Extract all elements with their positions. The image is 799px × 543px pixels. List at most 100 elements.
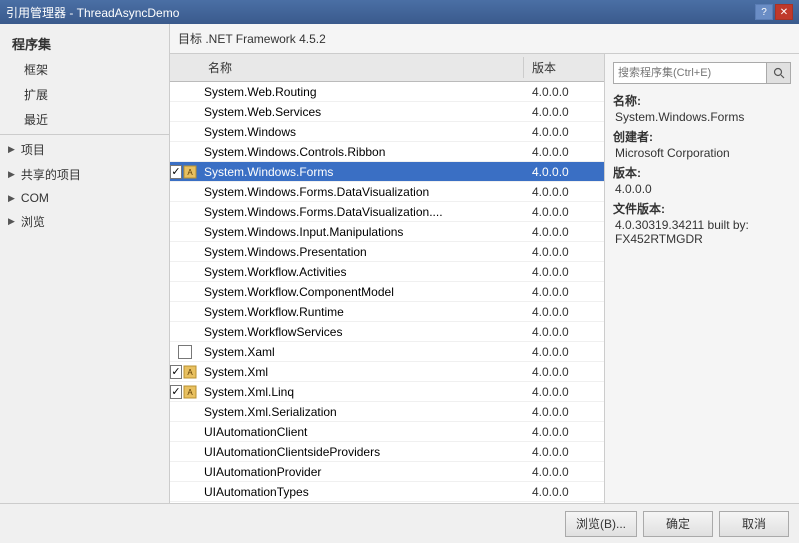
assembly-version: 4.0.0.0 xyxy=(524,364,604,380)
assembly-icon: A xyxy=(182,384,198,400)
arrow-icon: ▶ xyxy=(8,169,15,180)
bottom-bar: 浏览(B)... 确定 取消 xyxy=(0,503,799,543)
assembly-version: 4.0.0.0 xyxy=(524,384,604,400)
sidebar-item-shared[interactable]: ▶ 共享的项目 xyxy=(0,162,169,187)
checkbox-cell: A xyxy=(170,164,200,180)
assembly-list[interactable]: System.Web.Routing4.0.0.0System.Web.Serv… xyxy=(170,82,604,503)
assembly-name: System.Workflow.Activities xyxy=(200,264,524,280)
assembly-name: System.Xml.Serialization xyxy=(200,404,524,420)
ok-button[interactable]: 确定 xyxy=(643,511,713,537)
assembly-version: 4.0.0.0 xyxy=(524,304,604,320)
assembly-name: System.WorkflowServices xyxy=(200,324,524,340)
sidebar-item-recent[interactable]: 最近 xyxy=(0,107,169,132)
table-row[interactable]: System.Windows4.0.0.0 xyxy=(170,122,604,142)
table-row[interactable]: System.Windows.Controls.Ribbon4.0.0.0 xyxy=(170,142,604,162)
assembly-name: System.Windows.Forms xyxy=(200,164,524,180)
assembly-version: 4.0.0.0 xyxy=(524,464,604,480)
table-row[interactable]: UIAutomationClientsideProviders4.0.0.0 xyxy=(170,442,604,462)
assembly-name: System.Windows.Forms.DataVisualization..… xyxy=(200,204,524,220)
assembly-name: System.Windows xyxy=(200,124,524,140)
assembly-version: 4.0.0.0 xyxy=(524,144,604,160)
assembly-name: System.Workflow.Runtime xyxy=(200,304,524,320)
table-header: 名称 版本 xyxy=(170,54,604,82)
sidebar-item-extension[interactable]: 扩展 xyxy=(0,82,169,107)
assembly-version: 4.0.0.0 xyxy=(524,344,604,360)
sidebar-item-framework[interactable]: 框架 xyxy=(0,57,169,82)
assembly-version: 4.0.0.0 xyxy=(524,124,604,140)
checkbox[interactable] xyxy=(170,385,182,399)
sidebar-item-com[interactable]: ▶ COM xyxy=(0,187,169,209)
arrow-icon: ▶ xyxy=(8,144,15,155)
checkbox-cell: A xyxy=(170,384,200,400)
close-button[interactable]: ✕ xyxy=(775,4,793,20)
svg-text:A: A xyxy=(187,368,193,377)
assembly-name: System.Xml.Linq xyxy=(200,384,524,400)
title-bar-controls: ? ✕ xyxy=(755,4,793,20)
col-version-header: 版本 xyxy=(524,57,604,78)
table-row[interactable]: System.Xml.Serialization4.0.0.0 xyxy=(170,402,604,422)
info-name-value: System.Windows.Forms xyxy=(613,110,791,124)
table-row[interactable]: System.WorkflowServices4.0.0.0 xyxy=(170,322,604,342)
assembly-version: 4.0.0.0 xyxy=(524,424,604,440)
table-row[interactable]: ASystem.Xml4.0.0.0 xyxy=(170,362,604,382)
table-row[interactable]: ASystem.Windows.Forms4.0.0.0 xyxy=(170,162,604,182)
info-fileversion-value: 4.0.30319.34211 built by: FX452RTMGDR xyxy=(613,218,791,246)
assembly-version: 4.0.0.0 xyxy=(524,164,604,180)
cancel-button[interactable]: 取消 xyxy=(719,511,789,537)
table-row[interactable]: ASystem.Xml.Linq4.0.0.0 xyxy=(170,382,604,402)
sidebar: 程序集 框架 扩展 最近 ▶ 项目 ▶ 共享的项目 ▶ COM ▶ 浏览 xyxy=(0,24,170,543)
assembly-version: 4.0.0.0 xyxy=(524,104,604,120)
info-name-label: 名称: xyxy=(613,92,791,109)
table-row[interactable]: System.Windows.Forms.DataVisualization..… xyxy=(170,202,604,222)
sidebar-header: 程序集 xyxy=(0,28,169,57)
main-container: 程序集 框架 扩展 最近 ▶ 项目 ▶ 共享的项目 ▶ COM ▶ 浏览 xyxy=(0,24,799,543)
checkbox[interactable] xyxy=(178,345,192,359)
search-input[interactable] xyxy=(613,62,767,84)
search-icon xyxy=(773,67,785,79)
info-panel: 名称: System.Windows.Forms 创建者: Microsoft … xyxy=(604,54,799,503)
table-row[interactable]: System.Web.Services4.0.0.0 xyxy=(170,102,604,122)
sidebar-item-label: 共享的项目 xyxy=(21,166,81,183)
assembly-version: 4.0.0.0 xyxy=(524,244,604,260)
sidebar-item-label: 框架 xyxy=(24,61,48,78)
assembly-name: System.Windows.Controls.Ribbon xyxy=(200,144,524,160)
assembly-version: 4.0.0.0 xyxy=(524,204,604,220)
info-creator-label: 创建者: xyxy=(613,128,791,145)
assembly-version: 4.0.0.0 xyxy=(524,284,604,300)
browse-button[interactable]: 浏览(B)... xyxy=(565,511,637,537)
table-row[interactable]: UIAutomationProvider4.0.0.0 xyxy=(170,462,604,482)
assembly-version: 4.0.0.0 xyxy=(524,224,604,240)
sidebar-item-project[interactable]: ▶ 项目 xyxy=(0,137,169,162)
sidebar-item-label: 浏览 xyxy=(21,213,45,230)
assembly-name: System.Xaml xyxy=(200,344,524,360)
target-header: 目标 .NET Framework 4.5.2 xyxy=(170,24,799,54)
info-creator-value: Microsoft Corporation xyxy=(613,146,791,160)
help-button[interactable]: ? xyxy=(755,4,773,20)
assembly-name: System.Windows.Input.Manipulations xyxy=(200,224,524,240)
arrow-icon: ▶ xyxy=(8,193,15,204)
table-row[interactable]: System.Windows.Input.Manipulations4.0.0.… xyxy=(170,222,604,242)
sidebar-item-browse[interactable]: ▶ 浏览 xyxy=(0,209,169,234)
assembly-name: System.Workflow.ComponentModel xyxy=(200,284,524,300)
table-row[interactable]: System.Workflow.Runtime4.0.0.0 xyxy=(170,302,604,322)
table-row[interactable]: UIAutomationClient4.0.0.0 xyxy=(170,422,604,442)
content-area: 目标 .NET Framework 4.5.2 名称 版本 System.Web… xyxy=(170,24,799,543)
table-row[interactable]: UIAutomationTypes4.0.0.0 xyxy=(170,482,604,502)
info-version-value: 4.0.0.0 xyxy=(613,182,791,196)
table-row[interactable]: System.Xaml4.0.0.0 xyxy=(170,342,604,362)
title-bar: 引用管理器 - ThreadAsyncDemo ? ✕ xyxy=(0,0,799,24)
table-row[interactable]: System.Web.Routing4.0.0.0 xyxy=(170,82,604,102)
table-row[interactable]: System.Workflow.Activities4.0.0.0 xyxy=(170,262,604,282)
info-fileversion-label: 文件版本: xyxy=(613,200,791,217)
search-button[interactable] xyxy=(767,62,791,84)
table-row[interactable]: System.Workflow.ComponentModel4.0.0.0 xyxy=(170,282,604,302)
assembly-version: 4.0.0.0 xyxy=(524,324,604,340)
assembly-name: System.Web.Routing xyxy=(200,84,524,100)
content-wrapper: 名称 版本 System.Web.Routing4.0.0.0System.We… xyxy=(170,54,799,543)
checkbox[interactable] xyxy=(170,365,182,379)
assembly-name: System.Windows.Presentation xyxy=(200,244,524,260)
table-row[interactable]: System.Windows.Forms.DataVisualization4.… xyxy=(170,182,604,202)
checkbox[interactable] xyxy=(170,165,182,179)
table-row[interactable]: System.Windows.Presentation4.0.0.0 xyxy=(170,242,604,262)
assembly-icon: A xyxy=(182,364,198,380)
